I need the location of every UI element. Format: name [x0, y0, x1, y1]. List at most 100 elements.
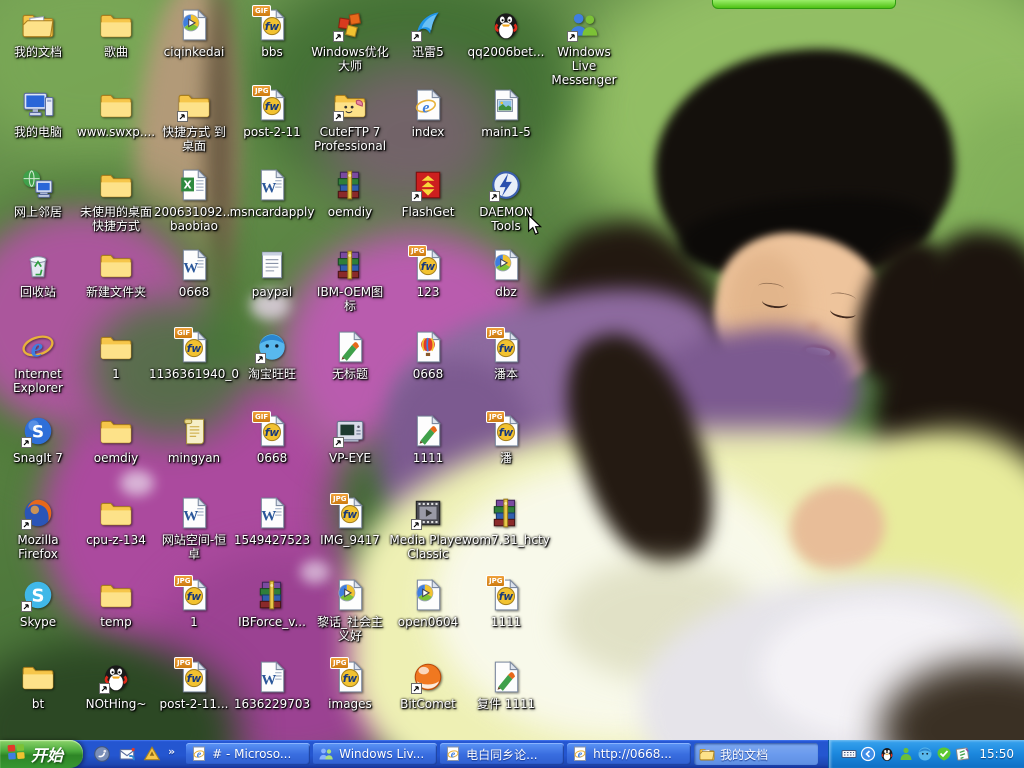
desktop-icon[interactable]: 新建文件夹: [77, 248, 155, 299]
desktop-icon[interactable]: fwJPG123: [389, 248, 467, 299]
desktop-icon-label: CuteFTP 7 Professional: [314, 125, 386, 153]
desktop-icon[interactable]: eindex: [389, 88, 467, 139]
desktop-icon[interactable]: 我的文档: [0, 8, 77, 59]
fw-doc-icon: fwJPG: [489, 578, 523, 612]
desktop-icon[interactable]: NOtHing~: [77, 660, 155, 711]
desktop-icon[interactable]: 我的电脑: [0, 88, 77, 139]
balloon-doc-icon: [411, 330, 445, 364]
shortcut-arrow-overlay: [255, 353, 266, 364]
tray-security-check-icon[interactable]: [936, 746, 952, 762]
desktop-icon[interactable]: fwJPGpost-2-11: [233, 88, 311, 139]
desktop-icon[interactable]: oemdiy: [311, 168, 389, 219]
desktop-icon[interactable]: 迅雷5: [389, 8, 467, 59]
desktop-icon-label: DAEMON Tools: [467, 205, 545, 233]
desktop-icon[interactable]: main1-5: [467, 88, 545, 139]
tray-ime-icon[interactable]: [955, 746, 971, 762]
desktop-icon[interactable]: IBM-OEM图标: [311, 248, 389, 313]
desktop-icon[interactable]: 快捷方式 到 桌面: [155, 88, 233, 153]
taskbar-task-button[interactable]: 我的文档: [694, 743, 818, 765]
folder-icon: [99, 168, 133, 202]
desktop-icon[interactable]: fwJPGpost-2-11...: [155, 660, 233, 711]
desktop-icon[interactable]: Wmsncardapply: [233, 168, 311, 219]
desktop-icon[interactable]: W1636229703: [233, 660, 311, 711]
desktop-icon[interactable]: X200631092... baobiao: [155, 168, 233, 233]
top-edge-window-strip[interactable]: [712, 0, 896, 9]
quick-launch-messenger-icon[interactable]: [93, 745, 111, 763]
desktop-icon[interactable]: DAEMON Tools: [467, 168, 545, 233]
desktop-icon[interactable]: open0604: [389, 578, 467, 629]
desktop-icon[interactable]: SSnagIt 7: [0, 414, 77, 465]
desktop-icon[interactable]: W网站空间-恒 卓: [155, 496, 233, 561]
svg-text:S: S: [32, 422, 44, 442]
desktop-icon[interactable]: VP-EYE: [311, 414, 389, 465]
desktop-icon[interactable]: ciqinkedai: [155, 8, 233, 59]
desktop-icon[interactable]: paypal: [233, 248, 311, 299]
desktop-icon[interactable]: fwJPG潘本: [467, 330, 545, 381]
desktop-icon[interactable]: fwGIFbbs: [233, 8, 311, 59]
start-button[interactable]: 开始: [0, 740, 83, 768]
desktop-icon[interactable]: 无标题: [311, 330, 389, 381]
quick-launch-mail-icon[interactable]: [118, 745, 136, 763]
taskbar-task-button[interactable]: Windows Liv...: [313, 743, 437, 765]
desktop-icon[interactable]: SSkype: [0, 578, 77, 629]
quick-launch-overflow-chevron[interactable]: »: [168, 745, 175, 758]
desktop-icon[interactable]: www.swxp....: [77, 88, 155, 139]
desktop-icon[interactable]: W0668: [155, 248, 233, 299]
desktop-icon[interactable]: cpu-z-134: [77, 496, 155, 547]
desktop-icon[interactable]: fwJPG1: [155, 578, 233, 629]
desktop-icon[interactable]: 黎话_社会主 义好: [311, 578, 389, 643]
desktop-icon[interactable]: 1111: [389, 414, 467, 465]
desktop-icon-label: Media Player Classic: [389, 533, 466, 561]
desktop-icon[interactable]: 1: [77, 330, 155, 381]
tray-keyboard-icon[interactable]: [841, 746, 857, 762]
desktop-icon[interactable]: CuteFTP 7 Professional: [311, 88, 389, 153]
taskbar-task-button[interactable]: ehttp://0668...: [567, 743, 691, 765]
desktop-icon[interactable]: Mozilla Firefox: [0, 496, 77, 561]
tray-wangwang-person-icon[interactable]: [898, 746, 914, 762]
desktop-icon[interactable]: 网上邻居: [0, 168, 77, 219]
desktop-icon[interactable]: fwJPG1111: [467, 578, 545, 629]
desktop-icon[interactable]: BitComet: [389, 660, 467, 711]
taskbar-task-button[interactable]: e电白同乡论...: [440, 743, 564, 765]
desktop-icon[interactable]: fwJPGimages: [311, 660, 389, 711]
desktop-icon[interactable]: 淘宝旺旺: [233, 330, 311, 381]
desktop-icon-label: oemdiy: [94, 451, 138, 465]
desktop-icon[interactable]: wom7.31_hcty: [467, 496, 545, 547]
desktop-icon[interactable]: Media Player Classic: [389, 496, 467, 561]
desktop-icon[interactable]: 未使用的桌面 快捷方式: [77, 168, 155, 233]
tray-qq-icon[interactable]: [879, 746, 895, 762]
desktop-icon[interactable]: bt: [0, 660, 77, 711]
desktop-icon[interactable]: FlashGet: [389, 168, 467, 219]
file-format-badge: GIF: [174, 327, 193, 339]
desktop-icon[interactable]: fwJPGIMG_9417: [311, 496, 389, 547]
desktop-icon[interactable]: fwGIF0668: [233, 414, 311, 465]
file-format-badge: JPG: [330, 493, 349, 505]
desktop-icon[interactable]: 0668: [389, 330, 467, 381]
taskbar-clock[interactable]: 15:50: [979, 747, 1014, 761]
shortcut-arrow-overlay: [99, 683, 110, 694]
desktop-icon[interactable]: fwGIF1136361940_0: [155, 330, 233, 381]
desktop-icon[interactable]: 回收站: [0, 248, 77, 299]
desktop-icon[interactable]: IBForce_v...: [233, 578, 311, 629]
quick-launch-alert-triangle-icon[interactable]: [143, 745, 161, 763]
taskbar-task-button[interactable]: e# - Microso...: [186, 743, 310, 765]
desktop-icon-label: VP-EYE: [329, 451, 371, 465]
tray-collapse-chevron-icon[interactable]: [860, 746, 876, 762]
desktop-icon[interactable]: 歌曲: [77, 8, 155, 59]
desktop-icon[interactable]: temp: [77, 578, 155, 629]
desktop-icon[interactable]: fwJPG潘: [467, 414, 545, 465]
desktop-icon[interactable]: 复件 1111: [467, 660, 545, 711]
desktop-icon[interactable]: dbz: [467, 248, 545, 299]
desktop-icon[interactable]: Windows Live Messenger: [545, 8, 623, 87]
folder-icon: [177, 88, 211, 122]
tray-wangwang-face-icon[interactable]: [917, 746, 933, 762]
desktop-icon[interactable]: oemdiy: [77, 414, 155, 465]
file-format-badge: JPG: [252, 85, 271, 97]
desktop-icon-label: bt: [32, 697, 44, 711]
desktop-icon[interactable]: Windows优化 大师: [311, 8, 389, 73]
shortcut-arrow-overlay: [21, 601, 32, 612]
desktop-icon[interactable]: eInternet Explorer: [0, 330, 77, 395]
desktop-icon[interactable]: W1549427523: [233, 496, 311, 547]
desktop-icon[interactable]: mingyan: [155, 414, 233, 465]
desktop-icon[interactable]: qq2006bet...: [467, 8, 545, 59]
